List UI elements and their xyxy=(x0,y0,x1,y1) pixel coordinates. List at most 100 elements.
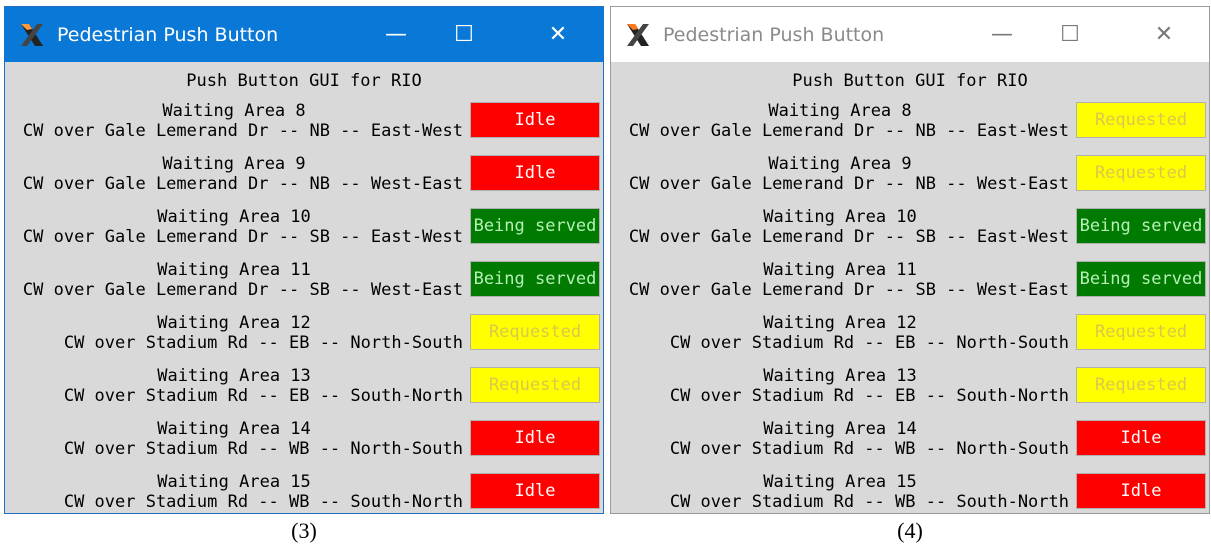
x-window-icon xyxy=(17,20,47,50)
push-button-status[interactable]: Requested xyxy=(1076,155,1206,191)
push-button-status[interactable]: Requested xyxy=(470,314,600,350)
push-button-status[interactable]: Being served xyxy=(1076,208,1206,244)
crosswalk-description: CW over Stadium Rd -- WB -- South-North xyxy=(669,492,1069,512)
minimize-icon[interactable]: — xyxy=(367,7,425,62)
waiting-area-label: Waiting Area 11 CW over Gale Lemerand Dr … xyxy=(5,260,463,300)
waiting-area-label: Waiting Area 12 CW over Stadium Rd -- EB … xyxy=(5,313,463,353)
waiting-area-row: Waiting Area 10 CW over Gale Lemerand Dr … xyxy=(5,203,605,255)
waiting-area-name: Waiting Area 9 xyxy=(768,154,912,174)
crosswalk-description: CW over Stadium Rd -- EB -- South-North xyxy=(63,386,463,406)
title-bar[interactable]: Pedestrian Push Button — ☐ ✕ xyxy=(611,7,1209,62)
push-button-status[interactable]: Being served xyxy=(470,208,600,244)
waiting-area-row: Waiting Area 9 CW over Gale Lemerand Dr -… xyxy=(5,150,605,202)
waiting-area-name: Waiting Area 11 xyxy=(157,260,311,280)
waiting-area-name: Waiting Area 8 xyxy=(162,101,306,121)
waiting-area-row: Waiting Area 11 CW over Gale Lemerand Dr … xyxy=(611,256,1211,308)
waiting-area-name: Waiting Area 12 xyxy=(157,313,311,333)
waiting-area-label: Waiting Area 9 CW over Gale Lemerand Dr -… xyxy=(611,154,1069,194)
crosswalk-description: CW over Stadium Rd -- WB -- North-South xyxy=(669,439,1069,459)
waiting-area-name: Waiting Area 10 xyxy=(763,207,917,227)
gui-title: Push Button GUI for RIO xyxy=(792,71,1028,91)
waiting-area-label: Waiting Area 10 CW over Gale Lemerand Dr … xyxy=(5,207,463,247)
push-button-status[interactable]: Idle xyxy=(470,155,600,191)
waiting-area-name: Waiting Area 10 xyxy=(157,207,311,227)
figure-caption: (3) xyxy=(291,518,317,543)
waiting-area-name: Waiting Area 15 xyxy=(157,472,311,492)
window-title: Pedestrian Push Button xyxy=(57,23,279,46)
crosswalk-description: CW over Gale Lemerand Dr -- NB -- West-E… xyxy=(628,174,1069,194)
waiting-area-label: Waiting Area 11 CW over Gale Lemerand Dr … xyxy=(611,260,1069,300)
waiting-area-label: Waiting Area 15 CW over Stadium Rd -- WB … xyxy=(611,472,1069,512)
waiting-area-row: Waiting Area 8 CW over Gale Lemerand Dr -… xyxy=(5,97,605,149)
waiting-area-label: Waiting Area 9 CW over Gale Lemerand Dr -… xyxy=(5,154,463,194)
waiting-area-name: Waiting Area 15 xyxy=(763,472,917,492)
crosswalk-description: CW over Stadium Rd -- WB -- North-South xyxy=(63,439,463,459)
waiting-area-label: Waiting Area 8 CW over Gale Lemerand Dr -… xyxy=(611,101,1069,141)
figure-caption: (4) xyxy=(897,518,923,543)
crosswalk-description: CW over Stadium Rd -- EB -- North-South xyxy=(669,333,1069,353)
waiting-area-label: Waiting Area 12 CW over Stadium Rd -- EB … xyxy=(611,313,1069,353)
screenshot-panel-4: Pedestrian Push Button — ☐ ✕ Push Button… xyxy=(610,0,1210,547)
waiting-area-row: Waiting Area 15 CW over Stadium Rd -- WB … xyxy=(5,468,605,520)
title-bar[interactable]: Pedestrian Push Button — ☐ ✕ xyxy=(5,7,603,62)
waiting-area-name: Waiting Area 13 xyxy=(763,366,917,386)
push-button-status[interactable]: Idle xyxy=(1076,420,1206,456)
crosswalk-description: CW over Gale Lemerand Dr -- NB -- East-W… xyxy=(22,121,463,141)
waiting-area-label: Waiting Area 8 CW over Gale Lemerand Dr -… xyxy=(5,101,463,141)
waiting-area-label: Waiting Area 14 CW over Stadium Rd -- WB … xyxy=(5,419,463,459)
maximize-icon[interactable]: ☐ xyxy=(435,7,493,62)
waiting-area-row: Waiting Area 9 CW over Gale Lemerand Dr -… xyxy=(611,150,1211,202)
waiting-area-row: Waiting Area 10 CW over Gale Lemerand Dr … xyxy=(611,203,1211,255)
push-button-status[interactable]: Idle xyxy=(470,473,600,509)
waiting-area-row: Waiting Area 13 CW over Stadium Rd -- EB … xyxy=(5,362,605,414)
close-icon[interactable]: ✕ xyxy=(1135,7,1193,62)
crosswalk-description: CW over Stadium Rd -- EB -- North-South xyxy=(63,333,463,353)
waiting-area-label: Waiting Area 13 CW over Stadium Rd -- EB … xyxy=(611,366,1069,406)
waiting-area-name: Waiting Area 9 xyxy=(162,154,306,174)
window-title: Pedestrian Push Button xyxy=(663,23,885,46)
crosswalk-description: CW over Gale Lemerand Dr -- SB -- East-W… xyxy=(22,227,463,247)
waiting-area-label: Waiting Area 13 CW over Stadium Rd -- EB … xyxy=(5,366,463,406)
waiting-area-name: Waiting Area 13 xyxy=(157,366,311,386)
crosswalk-description: CW over Stadium Rd -- WB -- South-North xyxy=(63,492,463,512)
push-button-status[interactable]: Being served xyxy=(1076,261,1206,297)
screenshot-panel-3: Pedestrian Push Button — ☐ ✕ Push Button… xyxy=(4,0,604,547)
waiting-area-row: Waiting Area 8 CW over Gale Lemerand Dr -… xyxy=(611,97,1211,149)
push-button-status[interactable]: Idle xyxy=(470,102,600,138)
crosswalk-description: CW over Stadium Rd -- EB -- South-North xyxy=(669,386,1069,406)
maximize-icon[interactable]: ☐ xyxy=(1041,7,1099,62)
x-window-icon xyxy=(623,20,653,50)
waiting-area-row: Waiting Area 15 CW over Stadium Rd -- WB … xyxy=(611,468,1211,520)
waiting-area-row: Waiting Area 11 CW over Gale Lemerand Dr … xyxy=(5,256,605,308)
push-button-status[interactable]: Requested xyxy=(470,367,600,403)
push-button-window-3: Pedestrian Push Button — ☐ ✕ Push Button… xyxy=(4,6,604,514)
gui-title: Push Button GUI for RIO xyxy=(186,71,422,91)
crosswalk-description: CW over Gale Lemerand Dr -- SB -- West-E… xyxy=(22,280,463,300)
push-button-window-4: Pedestrian Push Button — ☐ ✕ Push Button… xyxy=(610,6,1210,514)
push-button-status[interactable]: Idle xyxy=(1076,473,1206,509)
waiting-area-row: Waiting Area 12 CW over Stadium Rd -- EB … xyxy=(5,309,605,361)
push-button-status[interactable]: Idle xyxy=(470,420,600,456)
crosswalk-description: CW over Gale Lemerand Dr -- SB -- East-W… xyxy=(628,227,1069,247)
crosswalk-description: CW over Gale Lemerand Dr -- NB -- West-E… xyxy=(22,174,463,194)
crosswalk-description: CW over Gale Lemerand Dr -- NB -- East-W… xyxy=(628,121,1069,141)
close-icon[interactable]: ✕ xyxy=(529,7,587,62)
waiting-area-row: Waiting Area 14 CW over Stadium Rd -- WB … xyxy=(611,415,1211,467)
waiting-area-label: Waiting Area 14 CW over Stadium Rd -- WB … xyxy=(611,419,1069,459)
crosswalk-description: CW over Gale Lemerand Dr -- SB -- West-E… xyxy=(628,280,1069,300)
push-button-status[interactable]: Requested xyxy=(1076,102,1206,138)
waiting-area-label: Waiting Area 10 CW over Gale Lemerand Dr … xyxy=(611,207,1069,247)
waiting-area-name: Waiting Area 12 xyxy=(763,313,917,333)
waiting-area-row: Waiting Area 13 CW over Stadium Rd -- EB … xyxy=(611,362,1211,414)
waiting-area-row: Waiting Area 12 CW over Stadium Rd -- EB … xyxy=(611,309,1211,361)
push-button-status[interactable]: Being served xyxy=(470,261,600,297)
waiting-area-name: Waiting Area 14 xyxy=(157,419,311,439)
waiting-area-name: Waiting Area 14 xyxy=(763,419,917,439)
minimize-icon[interactable]: — xyxy=(973,7,1031,62)
waiting-area-row: Waiting Area 14 CW over Stadium Rd -- WB … xyxy=(5,415,605,467)
waiting-area-name: Waiting Area 8 xyxy=(768,101,912,121)
waiting-area-name: Waiting Area 11 xyxy=(763,260,917,280)
push-button-status[interactable]: Requested xyxy=(1076,367,1206,403)
waiting-area-label: Waiting Area 15 CW over Stadium Rd -- WB … xyxy=(5,472,463,512)
push-button-status[interactable]: Requested xyxy=(1076,314,1206,350)
